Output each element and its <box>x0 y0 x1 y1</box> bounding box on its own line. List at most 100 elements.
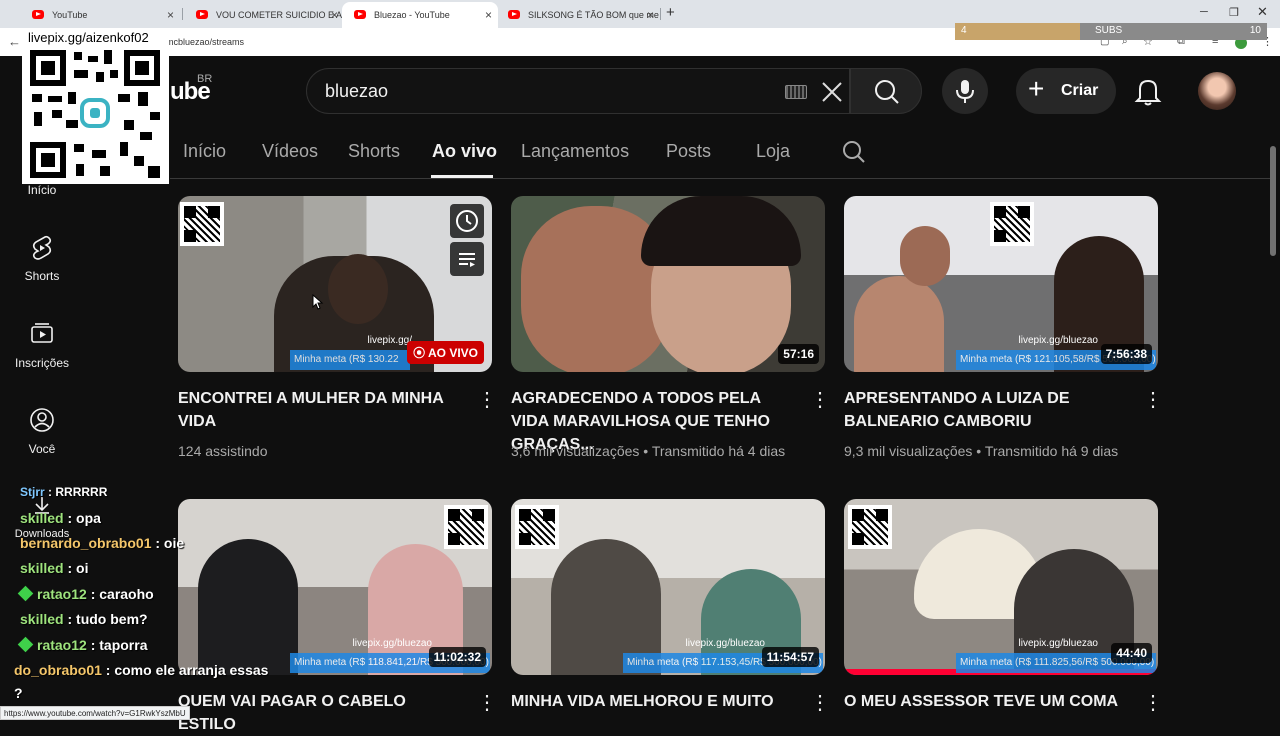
back-arrow-icon[interactable]: ← <box>8 34 21 49</box>
thumbnail-site-text: livepix.gg/bluezao <box>1018 335 1099 346</box>
search-input[interactable]: bluezao <box>306 68 850 114</box>
more-options-icon[interactable]: ⋮ <box>1143 693 1163 713</box>
goal-text: Minha meta (R$ 130.22 <box>294 354 399 365</box>
thumbnail-site-text: livepix.gg/ <box>367 335 412 346</box>
goal-bar: Minha meta (R$ 130.22 <box>290 350 410 370</box>
live-icon: ⦿ <box>413 346 428 360</box>
youtube-favicon-icon <box>32 10 44 19</box>
microphone-icon <box>956 80 974 103</box>
tab-posts[interactable]: Posts <box>666 141 711 162</box>
create-button[interactable]: + Criar <box>1016 68 1116 114</box>
tab-shorts[interactable]: Shorts <box>348 141 400 162</box>
video-thumbnail-3[interactable]: livepix.gg/bluezao Minha meta (R$ 121.10… <box>844 196 1158 372</box>
qr-code-icon <box>30 50 160 178</box>
nav-item-inscricoes[interactable]: Inscrições <box>0 356 84 370</box>
chat-message: skilled : tudo bem? <box>20 611 148 627</box>
more-options-icon[interactable]: ⋮ <box>810 390 830 410</box>
more-options-icon[interactable]: ⋮ <box>810 693 830 713</box>
subscriptions-icon[interactable] <box>30 322 54 344</box>
mouse-cursor-icon <box>312 294 324 310</box>
video-thumbnail-2[interactable]: 57:16 <box>511 196 825 372</box>
url-text[interactable]: mcbluezao/streams <box>166 37 244 47</box>
tab-videos[interactable]: Vídeos <box>262 141 318 162</box>
minimize-button[interactable]: ─ <box>1200 6 1208 18</box>
youtube-favicon-icon <box>508 10 520 19</box>
qr-code-icon <box>515 505 559 549</box>
search-query[interactable]: bluezao <box>325 81 388 102</box>
browser-tab-bluezao[interactable]: Bluezao - YouTube × <box>342 2 498 28</box>
close-window-button[interactable]: ✕ <box>1257 4 1268 20</box>
tab-lancamentos[interactable]: Lançamentos <box>521 141 629 162</box>
nav-label: Você <box>28 442 56 456</box>
maximize-button[interactable]: ❐ <box>1229 6 1239 19</box>
chat-message: do_obrabo01 : como ele arranja essas <box>14 662 268 678</box>
nav-item-voce[interactable]: Você <box>0 442 84 456</box>
subs-start-value: 4 <box>961 25 967 36</box>
close-tab-icon[interactable]: × <box>331 8 338 22</box>
chat-text: : tudo bem? <box>67 611 148 627</box>
video-title-5[interactable]: MINHA VIDA MELHOROU E MUITO <box>511 690 801 713</box>
page-scrollbar[interactable] <box>1270 146 1276 256</box>
video-duration: 57:16 <box>778 344 819 364</box>
chat-message: Stjrr : RRRRRR <box>20 485 107 499</box>
watch-later-button[interactable] <box>450 204 484 238</box>
status-url: https://www.youtube.com/watch?v=G1RwkYsz… <box>4 709 186 718</box>
live-badge: ⦿ AO VIVO <box>407 341 484 364</box>
video-duration: 11:54:57 <box>761 647 819 667</box>
region-code: BR <box>197 73 213 85</box>
subs-progress-fill <box>955 23 1080 40</box>
browser-tab-video[interactable]: VOU COMETER SUICIDIO E A C × <box>184 2 344 28</box>
video-thumbnail-4[interactable]: livepix.gg/bluezao Minha meta (R$ 118.84… <box>178 499 492 675</box>
more-options-icon[interactable]: ⋮ <box>1143 390 1163 410</box>
chat-text: : RRRRRR <box>48 485 108 499</box>
chat-text: ? <box>14 685 23 701</box>
chat-username: skilled <box>20 510 64 526</box>
chat-message: ? <box>14 685 23 701</box>
voice-search-button[interactable] <box>942 68 988 114</box>
clear-search-icon[interactable] <box>819 79 845 105</box>
more-options-icon[interactable]: ⋮ <box>477 390 497 410</box>
video-title-6[interactable]: O MEU ASSESSOR TEVE UM COMA <box>844 690 1134 713</box>
subs-label: SUBS <box>1095 25 1123 36</box>
notifications-bell-icon[interactable] <box>1134 76 1162 106</box>
user-avatar[interactable] <box>1198 72 1236 110</box>
nav-label: Shorts <box>24 269 60 283</box>
close-tab-icon[interactable]: × <box>647 8 654 22</box>
more-options-icon[interactable]: ⋮ <box>477 693 497 713</box>
video-duration: 7:56:38 <box>1100 344 1152 364</box>
thumbnail-figure <box>854 276 944 372</box>
new-tab-button[interactable]: + <box>666 4 675 21</box>
chat-text: : caraoho <box>90 586 154 602</box>
shorts-icon[interactable] <box>30 234 54 260</box>
video-thumbnail-6[interactable]: livepix.gg/bluezao Minha meta (R$ 111.82… <box>844 499 1158 675</box>
chat-message: ratao12 : taporra <box>17 636 148 653</box>
thumbnail-figure <box>900 226 950 286</box>
close-tab-icon[interactable]: × <box>167 8 174 22</box>
user-profile-icon[interactable] <box>29 407 55 433</box>
qr-overlay: livepix.gg/aizenkof02 <box>22 28 169 184</box>
plus-icon: + <box>1028 73 1045 104</box>
browser-tab-silksong[interactable]: SILKSONG É TÃO BOM que me × <box>496 2 660 28</box>
tab-loja[interactable]: Loja <box>756 141 790 162</box>
keyboard-icon[interactable] <box>785 85 807 99</box>
nav-label: Inscrições <box>14 356 70 370</box>
tab-inicio[interactable]: Início <box>183 141 226 162</box>
tab-title: VOU COMETER SUICIDIO E A C <box>216 10 344 20</box>
close-tab-icon[interactable]: × <box>485 8 492 22</box>
nav-item-inicio[interactable]: Início <box>0 183 84 197</box>
gem-badge-icon <box>17 636 34 653</box>
channel-search-icon[interactable] <box>842 140 866 164</box>
video-title-1[interactable]: ENCONTREI A MULHER DA MINHA VIDA <box>178 387 458 433</box>
add-to-queue-button[interactable] <box>450 242 484 276</box>
chat-message: ratao12 : caraoho <box>17 585 154 602</box>
video-thumbnail-5[interactable]: livepix.gg/bluezao Minha meta (R$ 117.15… <box>511 499 825 675</box>
video-thumbnail-1[interactable]: livepix.gg/ Minha meta (R$ 130.22 ⦿ AO V… <box>178 196 492 372</box>
search-button[interactable] <box>850 68 922 114</box>
chat-text: : opa <box>67 510 101 526</box>
video-title-4[interactable]: QUEM VAI PAGAR O CABELO ESTILO <box>178 690 468 736</box>
tab-ao-vivo[interactable]: Ao vivo <box>432 141 497 162</box>
video-title-3[interactable]: APRESENTANDO A LUIZA DE BALNEARIO CAMBOR… <box>844 387 1124 433</box>
chat-username: bernardo_obrabo01 <box>20 535 152 551</box>
browser-tab-youtube[interactable]: YouTube × <box>20 2 180 28</box>
nav-item-shorts[interactable]: Shorts <box>0 269 84 283</box>
